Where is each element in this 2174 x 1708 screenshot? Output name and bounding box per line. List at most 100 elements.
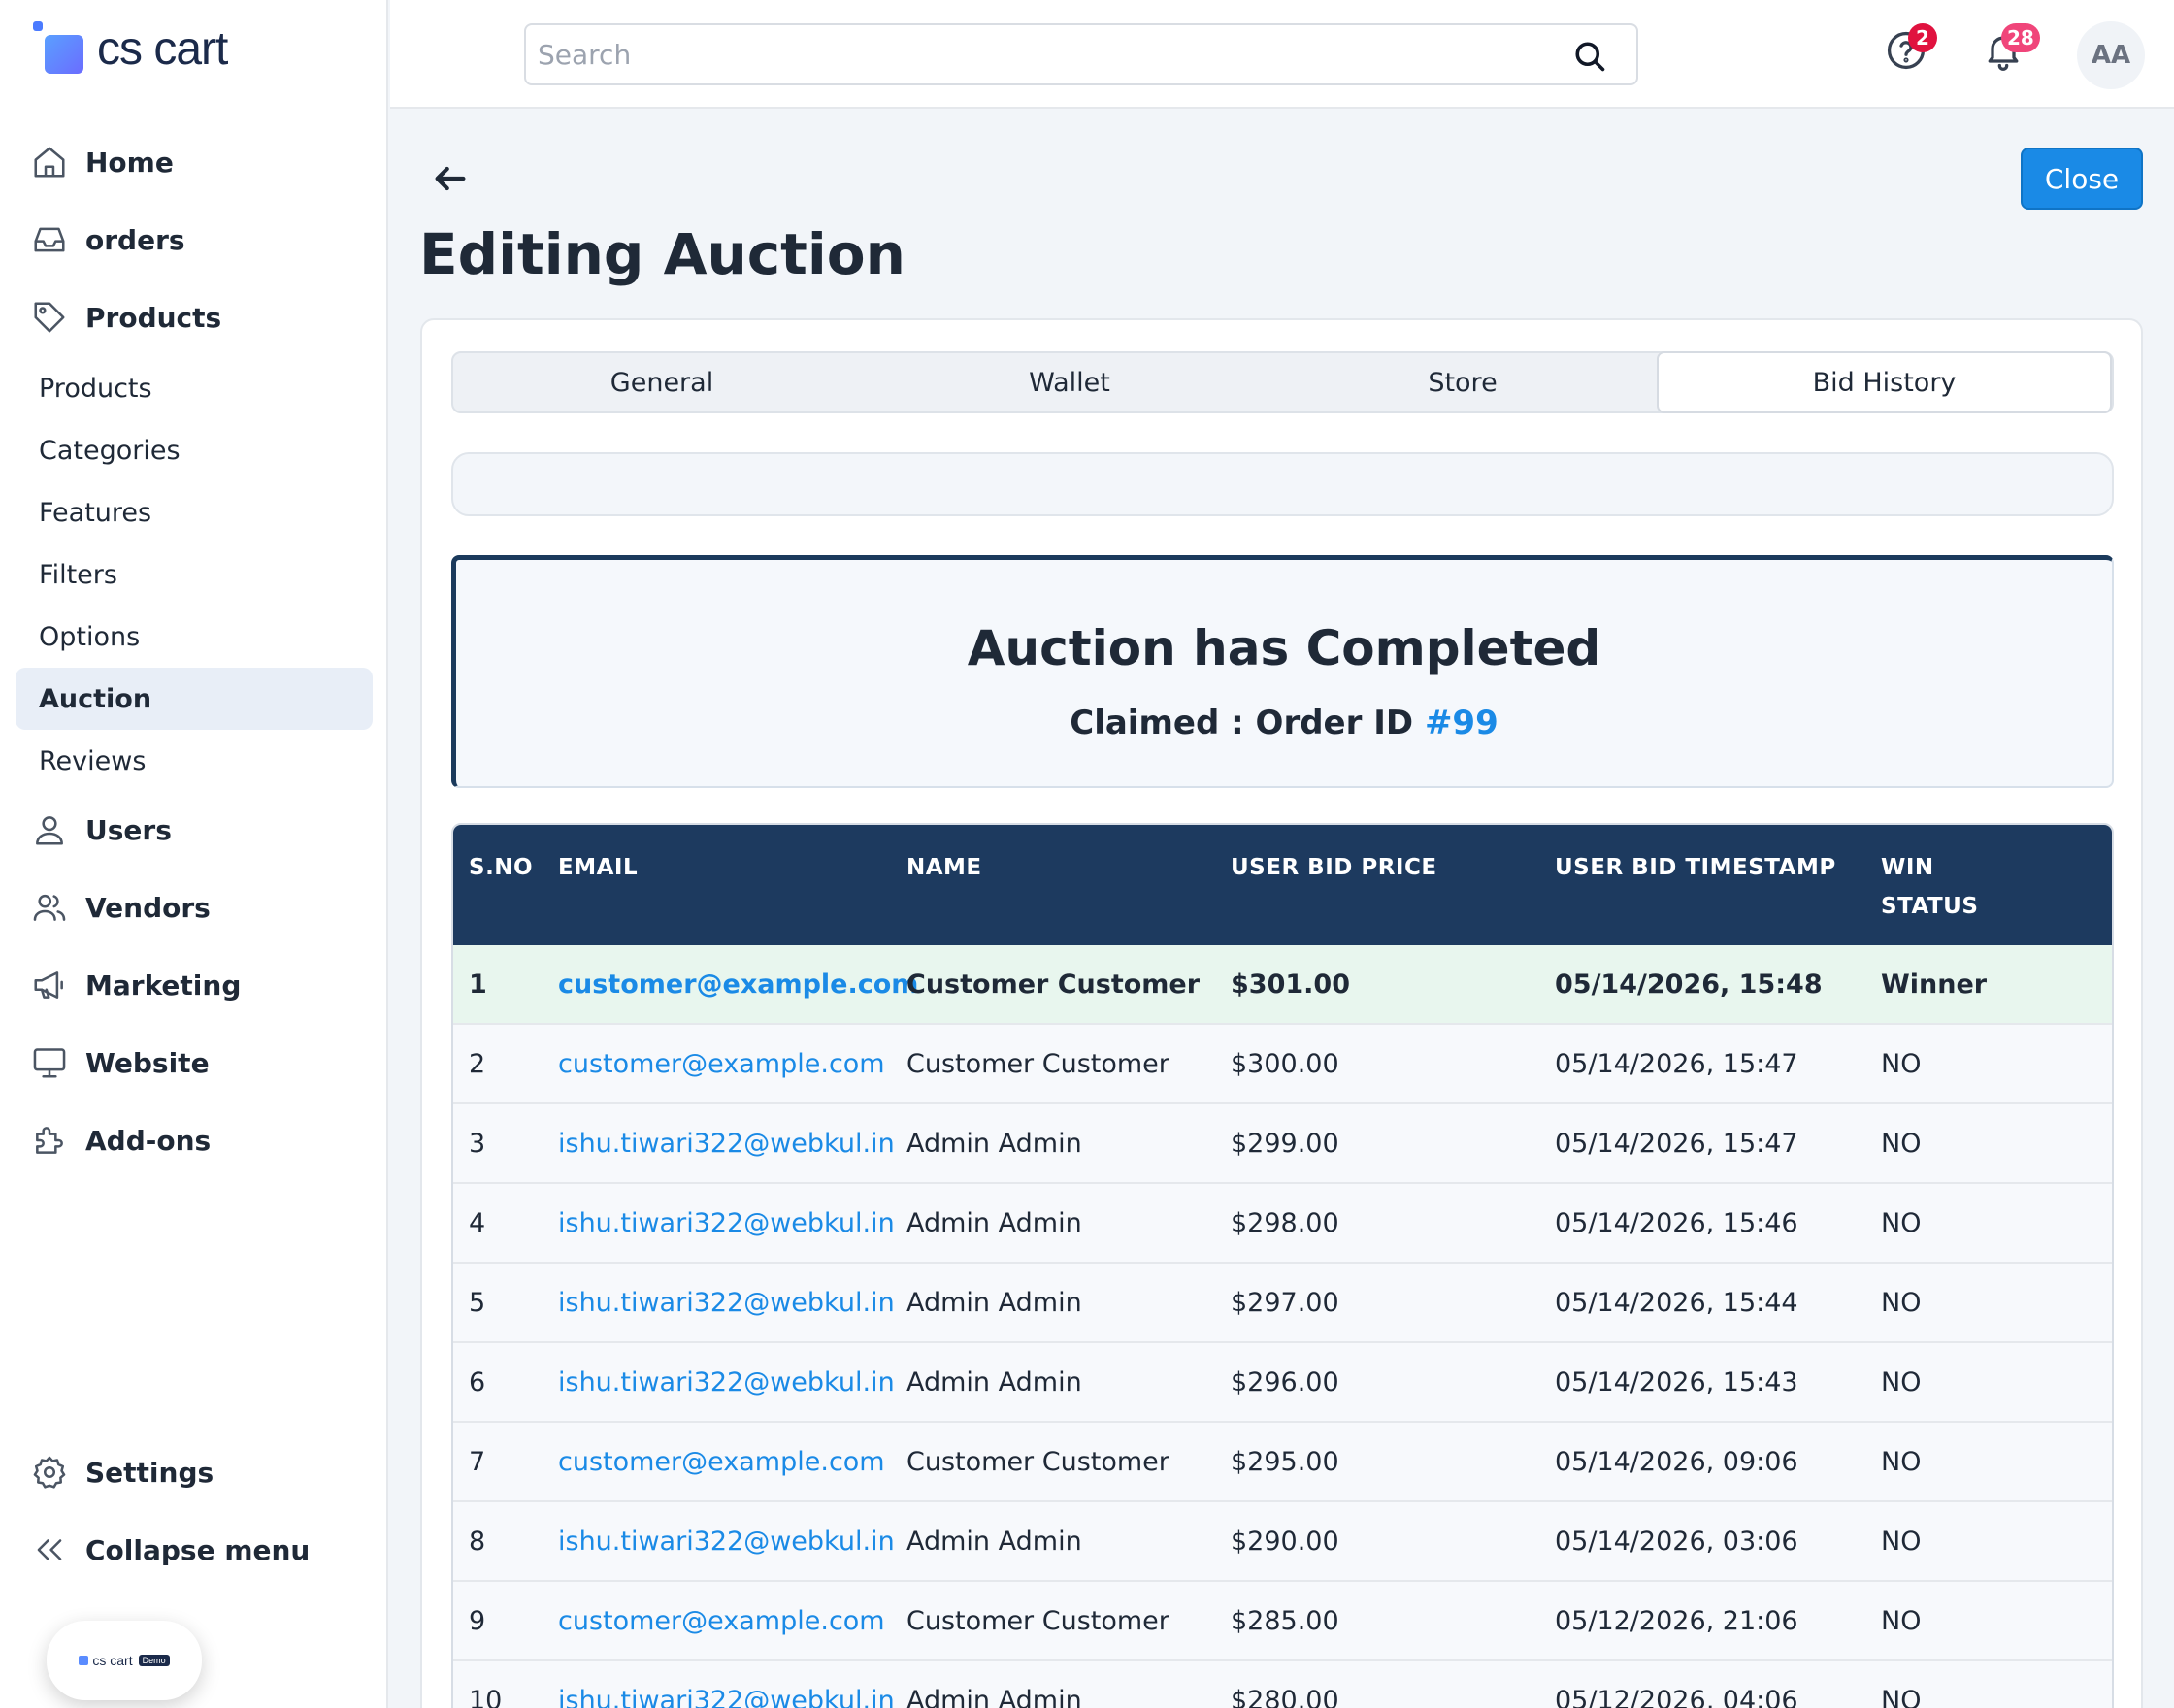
sidebar-subitem-options[interactable]: Options bbox=[16, 606, 373, 668]
sidebar-item-orders[interactable]: orders bbox=[31, 221, 185, 258]
sidebar-item-settings[interactable]: Settings bbox=[31, 1454, 214, 1491]
tab-general[interactable]: General bbox=[453, 353, 871, 411]
gear-icon bbox=[33, 1456, 66, 1489]
sidebar-item-marketing[interactable]: Marketing bbox=[31, 967, 241, 1003]
cell-timestamp: 05/14/2026, 15:48 bbox=[1555, 969, 1823, 1000]
cell-email[interactable]: ishu.tiwari322@webkul.in bbox=[558, 1184, 895, 1262]
table-row: 2 customer@example.com Customer Customer $3… bbox=[453, 1025, 2112, 1104]
search-icon[interactable] bbox=[1572, 39, 1607, 74]
cell-email[interactable]: ishu.tiwari322@webkul.in bbox=[558, 1264, 895, 1341]
sidebar-item-addons[interactable]: Add-ons bbox=[31, 1122, 211, 1159]
logo[interactable]: cs cart bbox=[33, 21, 228, 76]
sidebar-subitem-reviews[interactable]: Reviews bbox=[16, 730, 373, 792]
cell-timestamp: 05/14/2026, 03:06 bbox=[1555, 1526, 1798, 1557]
column-header-win-status: WIN STATUS bbox=[1881, 855, 1979, 919]
cell-email[interactable]: customer@example.com bbox=[558, 945, 918, 1023]
sidebar-item-users[interactable]: Users bbox=[31, 811, 172, 848]
table-row: 5 ishu.tiwari322@webkul.in Admin Admin $297… bbox=[453, 1264, 2112, 1343]
tab-bid-history[interactable]: Bid History bbox=[1657, 351, 2112, 413]
help-badge: 2 bbox=[1908, 23, 1937, 52]
cell-sno: 5 bbox=[469, 1287, 486, 1318]
cell-win-status: NO bbox=[1881, 1366, 1922, 1397]
tab-bar: General Wallet Store Bid History bbox=[451, 351, 2114, 413]
auction-status-box: Auction has Completed Claimed : Order ID… bbox=[451, 555, 2114, 788]
order-id-link[interactable]: #99 bbox=[1425, 704, 1499, 742]
sidebar-item-label: Add-ons bbox=[85, 1124, 212, 1157]
home-icon bbox=[34, 147, 65, 178]
close-button[interactable]: Close bbox=[2021, 148, 2143, 210]
column-header-email: EMAIL bbox=[558, 855, 639, 880]
cell-timestamp: 05/12/2026, 04:06 bbox=[1555, 1685, 1798, 1708]
table-row: 1 customer@example.com Customer Customer $3… bbox=[453, 945, 2112, 1025]
notifications-button[interactable]: 28 bbox=[1982, 23, 2040, 72]
cell-email[interactable]: ishu.tiwari322@webkul.in bbox=[558, 1104, 895, 1182]
cell-sno: 10 bbox=[469, 1685, 503, 1708]
sidebar-item-vendors[interactable]: Vendors bbox=[31, 889, 211, 926]
sidebar-item-label: Marketing bbox=[85, 969, 242, 1002]
cell-name: Admin Admin bbox=[906, 1207, 1082, 1238]
search-box bbox=[524, 23, 1638, 85]
cell-email[interactable]: customer@example.com bbox=[558, 1582, 885, 1659]
cell-timestamp: 05/14/2026, 15:44 bbox=[1555, 1287, 1798, 1318]
page-title: Editing Auction bbox=[419, 221, 906, 287]
sidebar-item-products[interactable]: Products bbox=[31, 299, 221, 336]
table-row: 9 customer@example.com Customer Customer $2… bbox=[453, 1582, 2112, 1661]
cell-email[interactable]: ishu.tiwari322@webkul.in bbox=[558, 1343, 895, 1421]
user-icon bbox=[36, 816, 63, 845]
search-input[interactable] bbox=[538, 25, 1566, 83]
sidebar-subitem-features[interactable]: Features bbox=[16, 481, 373, 543]
tab-store[interactable]: Store bbox=[1268, 353, 1657, 411]
cell-email[interactable]: customer@example.com bbox=[558, 1025, 885, 1102]
cell-bid-price: $298.00 bbox=[1231, 1207, 1339, 1238]
logo-mark-icon bbox=[33, 21, 83, 76]
cell-name: Customer Customer bbox=[906, 969, 1201, 1000]
claimed-label: Claimed : Order ID bbox=[1070, 704, 1425, 742]
auction-card: General Wallet Store Bid History Auction… bbox=[420, 318, 2143, 1708]
table-row: 6 ishu.tiwari322@webkul.in Admin Admin $296… bbox=[453, 1343, 2112, 1423]
cell-win-status: NO bbox=[1881, 1526, 1922, 1557]
column-header-timestamp: USER BID TIMESTAMP bbox=[1555, 855, 1836, 880]
cell-name: Customer Customer bbox=[906, 1605, 1169, 1636]
sidebar-item-home[interactable]: Home bbox=[31, 144, 174, 181]
sidebar-item-label: Users bbox=[85, 813, 172, 846]
tab-wallet[interactable]: Wallet bbox=[871, 353, 1268, 411]
back-button[interactable] bbox=[431, 159, 470, 198]
collapse-menu-button[interactable]: Collapse menu bbox=[31, 1531, 310, 1568]
demo-badge[interactable]: cs cart Demo bbox=[47, 1621, 202, 1700]
table-row: 3 ishu.tiwari322@webkul.in Admin Admin $299… bbox=[453, 1104, 2112, 1184]
cell-bid-price: $297.00 bbox=[1231, 1287, 1339, 1318]
cell-sno: 6 bbox=[469, 1366, 486, 1397]
sidebar-subitem-categories[interactable]: Categories bbox=[16, 419, 373, 481]
sidebar-item-website[interactable]: Website bbox=[31, 1044, 210, 1081]
settings-label: Settings bbox=[85, 1456, 214, 1489]
cell-email[interactable]: ishu.tiwari322@webkul.in bbox=[558, 1661, 895, 1708]
cell-sno: 3 bbox=[469, 1128, 486, 1159]
logo-mark-icon bbox=[79, 1656, 89, 1665]
sidebar: cs cart Home orders Products Products Ca… bbox=[0, 0, 388, 1708]
sidebar-subitem-auction[interactable]: Auction bbox=[16, 668, 373, 730]
cell-email[interactable]: ishu.tiwari322@webkul.in bbox=[558, 1502, 895, 1580]
avatar[interactable]: AA bbox=[2077, 21, 2145, 89]
notification-badge: 28 bbox=[2001, 23, 2040, 52]
megaphone-icon bbox=[34, 971, 63, 999]
sidebar-item-label: Home bbox=[85, 146, 174, 179]
cell-bid-price: $301.00 bbox=[1231, 969, 1350, 1000]
help-button[interactable]: 2 bbox=[1885, 23, 1937, 72]
cell-sno: 1 bbox=[469, 969, 487, 1000]
cell-sno: 4 bbox=[469, 1207, 486, 1238]
cell-bid-price: $285.00 bbox=[1231, 1605, 1339, 1636]
sidebar-subitem-filters[interactable]: Filters bbox=[16, 543, 373, 606]
cell-bid-price: $299.00 bbox=[1231, 1128, 1339, 1159]
cell-name: Customer Customer bbox=[906, 1048, 1169, 1079]
cell-name: Admin Admin bbox=[906, 1526, 1082, 1557]
cell-timestamp: 05/12/2026, 21:06 bbox=[1555, 1605, 1798, 1636]
table-header: S.NO EMAIL NAME USER BID PRICE USER BID … bbox=[453, 825, 2112, 945]
cell-win-status: NO bbox=[1881, 1605, 1922, 1636]
sidebar-item-label: orders bbox=[85, 223, 185, 256]
sidebar-subitem-products[interactable]: Products bbox=[16, 357, 373, 419]
status-title: Auction has Completed bbox=[967, 620, 1601, 676]
cell-email[interactable]: customer@example.com bbox=[558, 1423, 885, 1500]
table-row: 4 ishu.tiwari322@webkul.in Admin Admin $298… bbox=[453, 1184, 2112, 1264]
users-icon bbox=[33, 894, 66, 921]
logo-text: cs cart bbox=[97, 22, 228, 75]
